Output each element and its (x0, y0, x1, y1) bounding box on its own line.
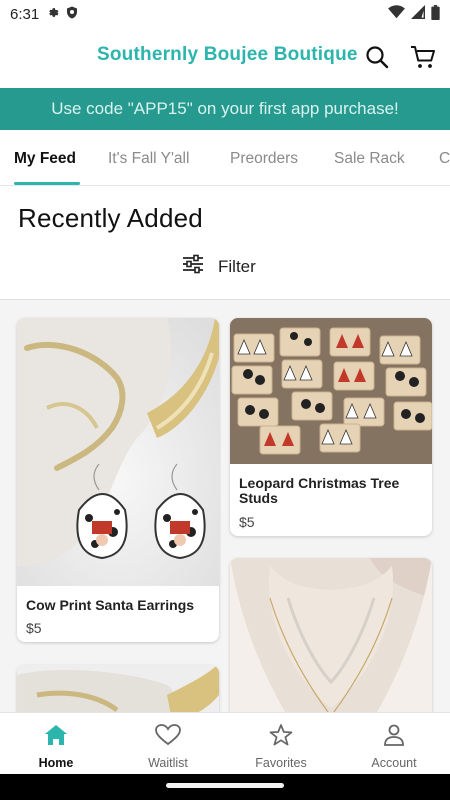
nav-home[interactable]: Home (0, 713, 112, 775)
star-icon (269, 724, 293, 751)
nav-label: Waitlist (148, 756, 188, 770)
tab-my-feed[interactable]: My Feed (14, 150, 76, 168)
status-time: 6:31 (10, 5, 40, 23)
product-name: Leopard Christmas Tree Studs (239, 475, 400, 506)
heart-icon (155, 724, 181, 751)
home-gesture-handle[interactable] (166, 783, 284, 788)
tab-more[interactable]: C (439, 150, 450, 168)
status-bar: 6:31 (0, 0, 450, 28)
nav-label: Account (371, 756, 417, 770)
product-image[interactable] (230, 558, 432, 712)
nav-label: Favorites (255, 756, 307, 770)
tab-sale-rack[interactable]: Sale Rack (334, 150, 405, 168)
product-card[interactable] (17, 665, 219, 712)
brand-title[interactable]: Southernly Boujee Boutique (97, 44, 358, 66)
product-image[interactable] (230, 318, 432, 464)
signal-icon (411, 5, 425, 23)
product-price: $5 (239, 514, 255, 530)
active-tab-indicator (14, 182, 80, 185)
bottom-nav: Home Waitlist Favorites Account (0, 712, 450, 774)
sliders-icon (182, 254, 204, 279)
product-card[interactable]: Leopard Christmas Tree Studs $5 (230, 318, 432, 536)
promo-text: Use code "APP15" on your first app purch… (51, 99, 399, 118)
product-grid: Cow Print Santa Earrings $5 Leopard Chri… (0, 300, 450, 712)
search-icon[interactable] (364, 44, 390, 70)
category-tabs: My Feed It's Fall Y'all Preorders Sale R… (0, 130, 450, 186)
product-name: Cow Print Santa Earrings (26, 597, 195, 613)
settings-icon (46, 6, 59, 23)
product-image[interactable] (17, 318, 219, 586)
shield-icon (66, 6, 78, 23)
home-icon (44, 724, 68, 751)
tab-its-fall-yall[interactable]: It's Fall Y'all (108, 150, 189, 168)
tab-preorders[interactable]: Preorders (230, 150, 298, 168)
app-header: Southernly Boujee Boutique (0, 28, 450, 88)
product-price: $5 (26, 620, 42, 636)
battery-icon (431, 4, 440, 24)
filter-button[interactable]: Filter (182, 254, 256, 279)
cart-icon[interactable] (410, 44, 436, 70)
nav-favorites[interactable]: Favorites (225, 713, 337, 775)
nav-account[interactable]: Account (338, 713, 450, 775)
filter-label: Filter (218, 256, 256, 276)
wifi-icon (388, 5, 405, 23)
nav-label: Home (38, 756, 74, 770)
system-gesture-bar (0, 774, 450, 800)
account-icon (382, 724, 406, 751)
nav-waitlist[interactable]: Waitlist (112, 713, 224, 775)
product-card[interactable]: Cow Print Santa Earrings $5 (17, 318, 219, 642)
promo-banner[interactable]: Use code "APP15" on your first app purch… (0, 88, 450, 130)
product-card[interactable] (230, 558, 432, 712)
section-title: Recently Added (18, 203, 203, 233)
product-image[interactable] (17, 665, 219, 712)
